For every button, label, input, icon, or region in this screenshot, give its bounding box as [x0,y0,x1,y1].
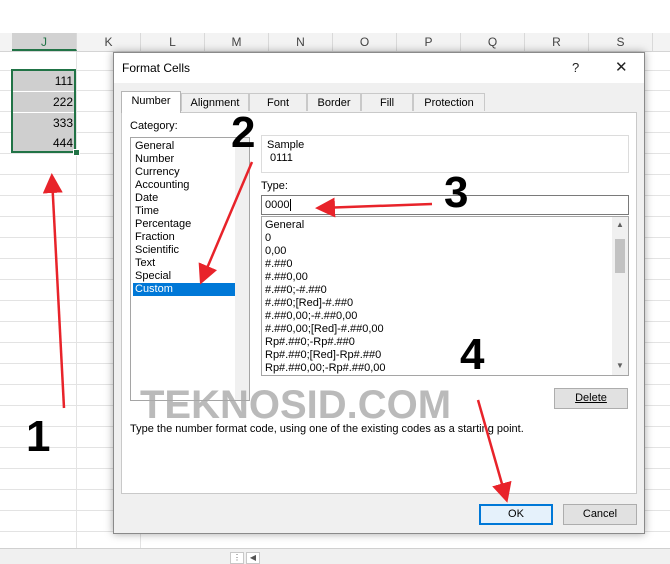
column-header-q[interactable]: Q [461,33,525,51]
category-item-custom[interactable]: Custom [133,283,235,296]
column-header-j[interactable]: J [12,33,77,51]
grid-line [76,52,77,552]
format-item[interactable]: General [265,219,304,232]
dialog-titlebar[interactable]: Format Cells ? ✕ [114,53,644,83]
cancel-button[interactable]: Cancel [563,504,637,525]
column-header-o[interactable]: O [333,33,397,51]
category-label: Category: [130,120,178,132]
category-item-text[interactable]: Text [133,257,235,270]
step-number-1: 1 [26,412,51,461]
format-item[interactable]: #.##0,00 [265,271,308,284]
step-number-2: 2 [231,108,256,157]
column-header-r[interactable]: R [525,33,589,51]
category-list[interactable]: General Number Currency Accounting Date … [130,137,250,401]
category-item-general[interactable]: General [133,140,235,153]
column-header-n[interactable]: N [269,33,333,51]
format-list-scrollbar[interactable]: ▲ ▼ [612,217,628,375]
column-header-m[interactable]: M [205,33,269,51]
category-item-fraction[interactable]: Fraction [133,231,235,244]
ribbon-area [0,0,670,22]
number-tab-panel: Category: General Number Currency Accoun… [121,112,637,494]
sample-label: Sample [267,139,305,151]
delete-button[interactable]: Delete [554,388,628,409]
format-item[interactable]: #.##0;-#.##0 [265,284,327,297]
category-item-number[interactable]: Number [133,153,235,166]
format-item[interactable]: 0,00 [265,245,286,258]
category-item-percentage[interactable]: Percentage [133,218,235,231]
sample-value: 0111 [270,152,293,164]
category-item-special[interactable]: Special [133,270,235,283]
status-bar [0,548,670,564]
tab-border[interactable]: Border [307,93,361,111]
format-item[interactable]: 0 [265,232,271,245]
format-item[interactable]: #.##0;[Red]-#.##0 [265,297,353,310]
column-header-p[interactable]: P [397,33,461,51]
scroll-down-icon[interactable]: ▼ [612,360,628,372]
step-number-3: 3 [444,168,469,217]
sheet-options-icon[interactable]: ⋮ [230,552,244,564]
format-item[interactable]: Rp#.##0;[Red]-Rp#.##0 [265,349,381,362]
category-item-date[interactable]: Date [133,192,235,205]
format-item[interactable]: Rp#.##0;-Rp#.##0 [265,336,355,349]
format-item[interactable]: #.##0,00;[Red]-#.##0,00 [265,323,384,336]
delete-button-label: Delete [575,392,607,404]
format-item[interactable]: Rp#.##0,00;-Rp#.##0,00 [265,362,385,375]
selection-range [11,69,76,153]
column-header-k[interactable]: K [77,33,141,51]
scroll-thumb[interactable] [615,239,625,273]
help-icon[interactable]: ? [572,60,579,75]
dialog-title: Format Cells [122,61,191,75]
tab-font[interactable]: Font [249,93,307,111]
column-header-bar: J K L M N O P Q R S [0,33,670,52]
step-number-4: 4 [460,330,485,379]
format-code-list[interactable]: General 0 0,00 #.##0 #.##0,00 #.##0;-#.#… [261,216,629,376]
tab-protection[interactable]: Protection [413,93,485,111]
tab-number[interactable]: Number [121,91,181,113]
arrow-1 [42,173,66,409]
watermark-text: TEKNOSID.COM [140,383,452,427]
text-caret [290,199,292,212]
tab-fill[interactable]: Fill [361,93,413,111]
scroll-up-icon[interactable]: ▲ [612,219,628,231]
scroll-left-icon[interactable]: ◀ [246,552,260,564]
column-header-l[interactable]: L [141,33,205,51]
category-item-scientific[interactable]: Scientific [133,244,235,257]
type-input-value: 0000 [265,199,290,211]
ok-button[interactable]: OK [479,504,553,525]
type-label: Type: [261,180,288,192]
column-header-s[interactable]: S [589,33,653,51]
close-icon[interactable]: ✕ [615,58,628,76]
category-item-time[interactable]: Time [133,205,235,218]
format-item[interactable]: #.##0 [265,258,293,271]
fill-handle[interactable] [73,149,80,156]
category-scrollbar[interactable] [235,138,249,400]
format-item[interactable]: #.##0,00;-#.##0,00 [265,310,357,323]
category-item-currency[interactable]: Currency [133,166,235,179]
category-item-accounting[interactable]: Accounting [133,179,235,192]
format-cells-dialog: Format Cells ? ✕ Number Alignment Font B… [113,52,645,534]
